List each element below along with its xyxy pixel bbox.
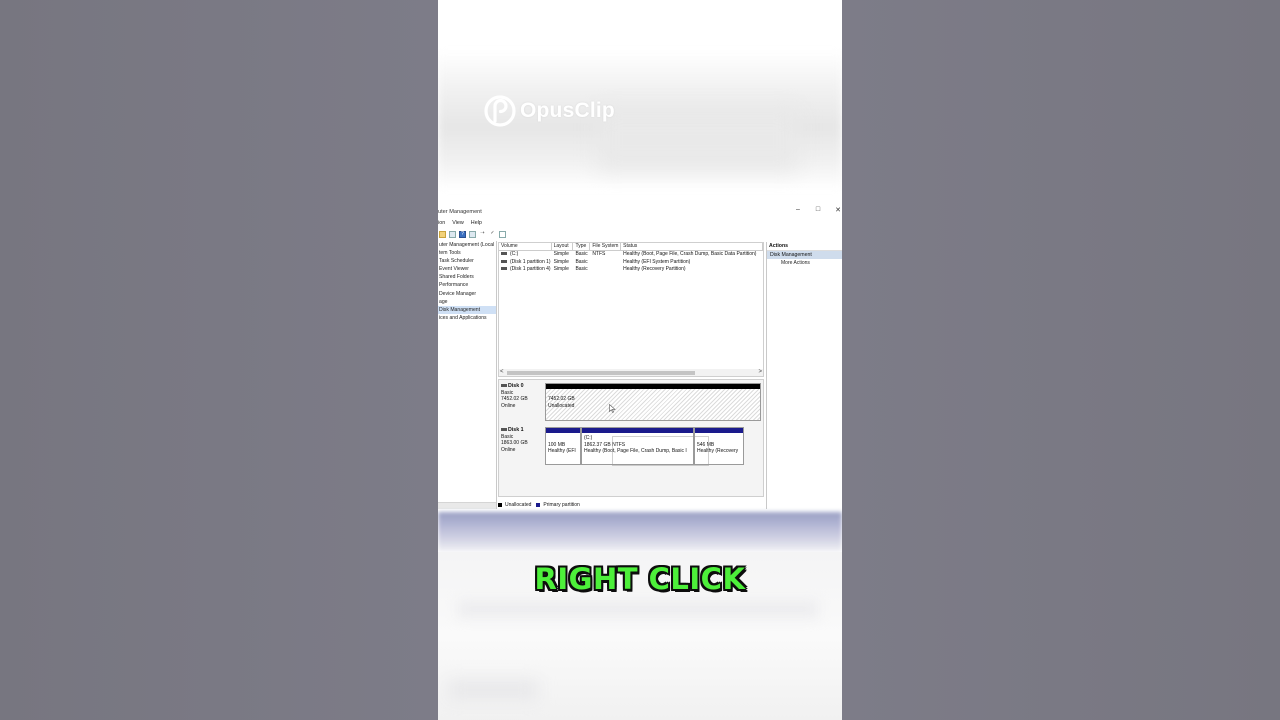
minimize-button[interactable]: – bbox=[793, 206, 803, 213]
volume-cell: (C:) bbox=[499, 251, 552, 259]
table-row[interactable]: (Disk 1 partition 1) Simple Basic Health… bbox=[499, 259, 763, 267]
connect-icon[interactable]: ⇢ bbox=[479, 230, 486, 238]
disk-1-info: Disk 1 Basic 1863.00 GB Online bbox=[501, 427, 528, 453]
opusclip-logo-icon bbox=[484, 95, 516, 127]
volume-list-header: Volume Layout Type File System Status bbox=[499, 243, 764, 251]
toolbar: ? ⇢ ✓ bbox=[438, 229, 506, 239]
file-system-cell bbox=[590, 266, 621, 274]
layout-cell: Simple bbox=[553, 258, 569, 265]
volume-list: Volume Layout Type File System Status (C… bbox=[498, 242, 764, 377]
menu-action[interactable]: ion bbox=[438, 220, 445, 228]
disk-1-efi-partition[interactable]: 100 MB Healthy (EFI bbox=[545, 427, 581, 465]
check-icon[interactable]: ✓ bbox=[489, 230, 496, 238]
column-header-type[interactable]: Type bbox=[573, 243, 591, 250]
volume-icon bbox=[501, 252, 507, 256]
tree-item-disk-management[interactable]: Disk Management bbox=[438, 305, 496, 314]
title-bar: uter Management – □ ✕ bbox=[438, 205, 842, 219]
console-tree: uter Management (Local tem Tools Task Sc… bbox=[438, 241, 497, 509]
volume-cell: (Disk 1 partition 1) bbox=[499, 259, 552, 267]
menu-bar: ion View Help bbox=[438, 220, 482, 228]
legend-swatch-unallocated bbox=[498, 503, 502, 507]
close-button[interactable]: ✕ bbox=[833, 206, 842, 214]
logo-text: OpusClip bbox=[520, 99, 615, 122]
legend-swatch-primary bbox=[536, 503, 541, 507]
volume-icon bbox=[501, 267, 507, 271]
disk-0-unallocated-partition[interactable]: 7452.02 GB Unallocated bbox=[545, 383, 761, 421]
tree-scrollbar[interactable] bbox=[438, 502, 496, 509]
window-title: uter Management bbox=[438, 209, 482, 215]
tree-item-shared-folders[interactable]: Shared Folders bbox=[438, 273, 496, 281]
table-row[interactable]: (Disk 1 partition 4) Simple Basic Health… bbox=[499, 266, 763, 274]
tree-item-services-and-applications[interactable]: ices and Applications bbox=[438, 314, 496, 322]
volume-icon bbox=[501, 259, 507, 263]
volume-cell: (Disk 1 partition 4) bbox=[499, 266, 552, 274]
tree-item-device-manager[interactable]: Device Manager bbox=[438, 290, 496, 298]
tree-item-task-scheduler[interactable]: Task Scheduler bbox=[438, 257, 496, 265]
disk-icon bbox=[501, 384, 507, 388]
scroll-thumb[interactable] bbox=[507, 370, 695, 375]
actions-disk-management[interactable]: Disk Management bbox=[767, 251, 842, 259]
type-cell: Basic bbox=[575, 258, 588, 265]
console-tree-icon[interactable] bbox=[449, 230, 456, 238]
folder-icon[interactable] bbox=[439, 230, 446, 238]
layout-cell: Simple bbox=[553, 266, 569, 273]
disk-0-info: Disk 0 Basic 7452.02 GB Online bbox=[501, 383, 528, 409]
tree-item-root[interactable]: uter Management (Local bbox=[438, 241, 496, 249]
maximize-button[interactable]: □ bbox=[813, 206, 823, 213]
file-system-cell: NTFS bbox=[592, 251, 606, 257]
status-cell: Healthy (Boot, Page File, Crash Dump, Ba… bbox=[623, 251, 757, 257]
tree-item-system-tools[interactable]: tem Tools bbox=[438, 249, 496, 257]
legend-label-primary: Primary partition bbox=[543, 502, 580, 508]
video-frame: OpusClip uter Management – □ ✕ ion View … bbox=[438, 0, 842, 720]
table-row[interactable]: (C:) Simple Basic NTFS Healthy (Boot, Pa… bbox=[499, 251, 763, 259]
status-cell: Healthy (EFI System Partition) bbox=[623, 258, 691, 265]
column-header-file-system[interactable]: File System bbox=[590, 243, 622, 250]
properties-icon[interactable] bbox=[469, 230, 476, 238]
tree-item-performance[interactable]: Performance bbox=[438, 281, 496, 289]
status-cell: Healthy (Recovery Partition) bbox=[623, 266, 686, 273]
column-header-volume[interactable]: Volume bbox=[499, 243, 552, 250]
scroll-left-arrow[interactable]: < bbox=[500, 369, 504, 376]
layout-cell: Simple bbox=[553, 251, 569, 257]
file-system-cell bbox=[590, 259, 621, 267]
help-icon[interactable]: ? bbox=[459, 230, 466, 238]
mouse-cursor-icon bbox=[609, 404, 616, 413]
column-header-status[interactable]: Status bbox=[621, 243, 764, 250]
window-icon[interactable] bbox=[499, 230, 506, 238]
volume-horizontal-scrollbar[interactable]: < > bbox=[499, 369, 763, 376]
caption-text: RIGHT CLICK bbox=[534, 562, 746, 596]
faded-context-menu bbox=[612, 436, 709, 466]
menu-help[interactable]: Help bbox=[471, 220, 482, 228]
type-cell: Basic bbox=[575, 251, 588, 257]
opusclip-logo: OpusClip bbox=[484, 95, 615, 127]
scroll-right-arrow[interactable]: > bbox=[758, 369, 762, 376]
menu-view[interactable]: View bbox=[452, 220, 464, 228]
more-actions-link[interactable]: More Actions bbox=[767, 259, 842, 267]
disk-0-row[interactable]: Disk 0 Basic 7452.02 GB Online 7452.02 G… bbox=[499, 381, 765, 423]
type-cell: Basic bbox=[575, 266, 588, 273]
tree-item-event-viewer[interactable]: Event Viewer bbox=[438, 265, 496, 273]
actions-header: Actions bbox=[767, 242, 842, 251]
actions-pane: Actions Disk Management More Actions bbox=[766, 242, 842, 509]
column-header-layout[interactable]: Layout bbox=[552, 243, 574, 250]
partition-legend: Unallocated Primary partition bbox=[498, 501, 580, 509]
blurred-band bbox=[438, 512, 842, 552]
disk-icon bbox=[501, 428, 507, 432]
legend-label-unallocated: Unallocated bbox=[505, 502, 532, 508]
right-backdrop bbox=[842, 0, 1280, 720]
left-backdrop bbox=[0, 0, 438, 720]
tree-item-storage[interactable]: age bbox=[438, 298, 496, 306]
